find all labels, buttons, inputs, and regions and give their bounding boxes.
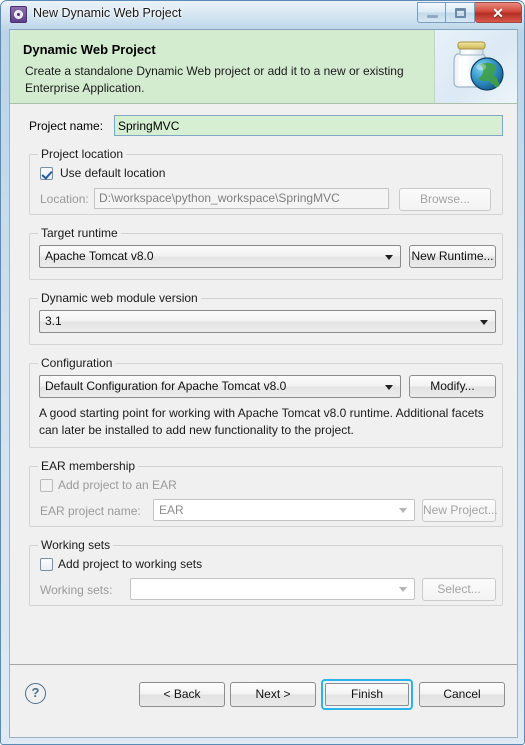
location-input[interactable]: D:\workspace\python_workspace\SpringMVC	[94, 188, 389, 209]
modify-button[interactable]: Modify...	[409, 375, 496, 398]
new-runtime-button[interactable]: New Runtime...	[409, 245, 496, 268]
working-sets-group: Working sets Add project to working sets…	[29, 538, 503, 606]
chevron-down-icon	[385, 385, 393, 390]
finish-button-label: Finish	[325, 683, 409, 706]
target-runtime-group-label: Target runtime	[38, 226, 121, 240]
ear-membership-group-label: EAR membership	[38, 459, 139, 473]
cancel-button[interactable]: Cancel	[419, 682, 505, 707]
module-version-value: 3.1	[45, 314, 62, 328]
ear-membership-group: EAR membership Add project to an EAR EAR…	[29, 459, 503, 527]
configuration-group: Configuration Default Configuration for …	[29, 356, 503, 448]
chevron-down-icon	[399, 508, 407, 513]
chevron-down-icon	[480, 320, 488, 325]
module-version-combo[interactable]: 3.1	[39, 310, 496, 333]
configuration-group-label: Configuration	[38, 356, 116, 370]
module-version-group: Dynamic web module version 3.1	[29, 291, 503, 345]
working-sets-combo[interactable]	[130, 578, 415, 600]
add-project-to-working-sets-label: Add project to working sets	[58, 557, 203, 571]
help-icon[interactable]: ?	[25, 683, 46, 704]
ear-project-name-value: EAR	[159, 503, 184, 517]
location-label: Location:	[40, 192, 89, 206]
ear-project-name-label: EAR project name:	[40, 504, 141, 518]
project-wizard-icon	[10, 6, 27, 23]
wizard-title: Dynamic Web Project	[23, 42, 156, 57]
wizard-banner: Dynamic Web Project Create a standalone …	[10, 30, 517, 104]
configuration-combo[interactable]: Default Configuration for Apache Tomcat …	[39, 375, 401, 398]
select-working-sets-button[interactable]: Select...	[422, 578, 496, 601]
target-runtime-combo[interactable]: Apache Tomcat v8.0	[39, 245, 401, 268]
back-button[interactable]: < Back	[139, 682, 225, 707]
browse-button[interactable]: Browse...	[399, 188, 491, 211]
next-button[interactable]: Next >	[230, 682, 316, 707]
use-default-location-label: Use default location	[60, 166, 166, 180]
wizard-form: Project name: Project location Use defau…	[10, 104, 517, 664]
dialog-client-area: Dynamic Web Project Create a standalone …	[9, 29, 518, 738]
close-icon: ✕	[492, 4, 504, 21]
minimize-button[interactable]	[417, 2, 446, 23]
finish-button[interactable]: Finish	[321, 679, 413, 710]
new-ear-project-button[interactable]: New Project...	[422, 499, 498, 522]
add-project-to-ear-label: Add project to an EAR	[58, 478, 177, 492]
dialog-footer: ? < Back Next > Finish Cancel	[10, 664, 517, 737]
project-name-row: Project name:	[10, 115, 517, 137]
gear-icon	[14, 10, 23, 19]
module-version-group-label: Dynamic web module version	[38, 291, 201, 305]
chevron-down-icon	[399, 587, 407, 592]
close-button[interactable]: ✕	[475, 2, 522, 23]
jar-with-globe-icon	[434, 30, 517, 103]
dialog-window: New Dynamic Web Project ✕ Dynamic Web Pr…	[0, 0, 525, 745]
project-location-group: Project location Use default location Lo…	[29, 147, 503, 215]
configuration-value: Default Configuration for Apache Tomcat …	[45, 379, 287, 393]
jar-globe-svg	[453, 41, 504, 91]
maximize-button[interactable]	[446, 2, 475, 23]
working-sets-group-label: Working sets	[38, 538, 114, 552]
caption-buttons: ✕	[417, 2, 522, 23]
configuration-description: A good starting point for working with A…	[39, 406, 484, 437]
ear-project-name-combo[interactable]: EAR	[153, 499, 415, 521]
wizard-description: Create a standalone Dynamic Web project …	[25, 64, 404, 95]
project-location-group-label: Project location	[38, 147, 127, 161]
project-name-input[interactable]	[114, 115, 503, 136]
title-bar[interactable]: New Dynamic Web Project ✕	[1, 1, 525, 29]
add-project-to-ear-checkbox[interactable]	[40, 479, 53, 492]
maximize-icon	[455, 8, 466, 18]
project-name-label: Project name:	[29, 119, 104, 133]
window-title: New Dynamic Web Project	[33, 6, 182, 20]
target-runtime-group: Target runtime Apache Tomcat v8.0 New Ru…	[29, 226, 503, 280]
working-sets-label: Working sets:	[40, 583, 113, 597]
chevron-down-icon	[385, 255, 393, 260]
add-project-to-working-sets-checkbox[interactable]	[40, 558, 53, 571]
use-default-location-checkbox[interactable]	[40, 167, 53, 180]
target-runtime-value: Apache Tomcat v8.0	[45, 249, 154, 263]
minimize-icon	[427, 15, 438, 18]
